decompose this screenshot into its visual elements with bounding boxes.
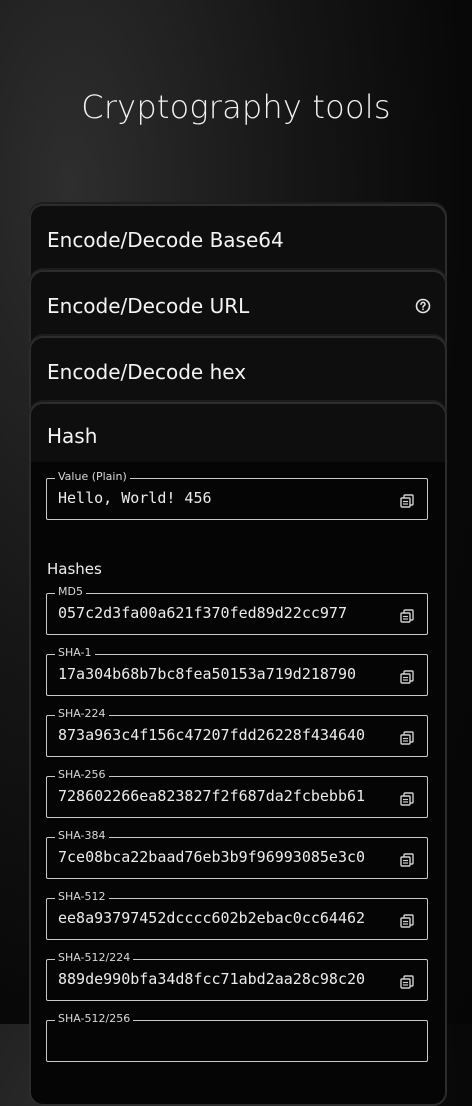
hash-field-label: SHA-384 [55, 829, 109, 843]
tool-card-hash-header[interactable]: Hash [31, 404, 445, 462]
hash-field-label: SHA-512 [55, 890, 109, 904]
hash-field-sha384[interactable]: SHA-384 7ce08bca22baad76eb3b9f96993085e3… [46, 829, 428, 879]
hash-field-label: SHA-256 [55, 768, 109, 782]
copy-icon[interactable] [399, 791, 415, 807]
plain-value-field[interactable]: Value (Plain) Hello, World! 456 [46, 470, 428, 520]
hash-field-value: 17a304b68b7bc8fea50153a719d218790 [58, 665, 357, 683]
hash-field-value: 057c2d3fa00a621f370fed89d22cc977 [58, 604, 347, 622]
plain-value-label: Value (Plain) [55, 470, 130, 484]
tool-card-hex-title: Encode/Decode hex [47, 360, 247, 384]
copy-icon[interactable] [399, 493, 415, 509]
hash-field-value: ee8a93797452dcccc602b2ebac0cc64462 [58, 909, 366, 927]
hash-field-label: SHA-1 [55, 646, 95, 660]
tool-card-base64-title: Encode/Decode Base64 [47, 228, 284, 252]
tool-card-url-title: Encode/Decode URL [47, 294, 250, 318]
hash-field-label: MD5 [55, 585, 86, 599]
help-circle-icon[interactable] [415, 298, 431, 314]
hash-field-sha512[interactable]: SHA-512 ee8a93797452dcccc602b2ebac0cc644… [46, 890, 428, 940]
page-title: Cryptography tools [81, 88, 391, 126]
hash-field-sha512-256[interactable]: SHA-512/256 [46, 1012, 428, 1062]
copy-icon[interactable] [399, 730, 415, 746]
tool-card-hash-title: Hash [47, 424, 98, 448]
copy-icon[interactable] [399, 608, 415, 624]
hash-field-sha1[interactable]: SHA-1 17a304b68b7bc8fea50153a719d218790 [46, 646, 428, 696]
hash-field-value: 873a963c4f156c47207fdd26228f434640 [58, 726, 366, 744]
tool-card-hash: Hash Value (Plain) Hello, World! 456 Has… [29, 402, 447, 1106]
hash-field-label: SHA-512/224 [55, 951, 134, 965]
hashes-section-label: Hashes [47, 560, 102, 578]
copy-icon[interactable] [399, 974, 415, 990]
plain-value-input[interactable]: Hello, World! 456 [58, 489, 382, 507]
hash-field-value: 7ce08bca22baad76eb3b9f96993085e3c0 [58, 848, 366, 866]
hash-field-sha256[interactable]: SHA-256 728602266ea823827f2f687da2fcbebb… [46, 768, 428, 818]
hash-field-value: 728602266ea823827f2f687da2fcbebb61 [58, 787, 366, 805]
copy-icon[interactable] [399, 913, 415, 929]
hash-field-md5[interactable]: MD5 057c2d3fa00a621f370fed89d22cc977 [46, 585, 428, 635]
hash-field-label: SHA-224 [55, 707, 109, 721]
hash-field-value: 889de990bfa34d8fcc71abd2aa28c98c20 [58, 970, 366, 988]
hash-field-sha224[interactable]: SHA-224 873a963c4f156c47207fdd26228f4346… [46, 707, 428, 757]
hash-field-sha512-224[interactable]: SHA-512/224 889de990bfa34d8fcc71abd2aa28… [46, 951, 428, 1001]
copy-icon[interactable] [399, 669, 415, 685]
copy-icon[interactable] [399, 852, 415, 868]
